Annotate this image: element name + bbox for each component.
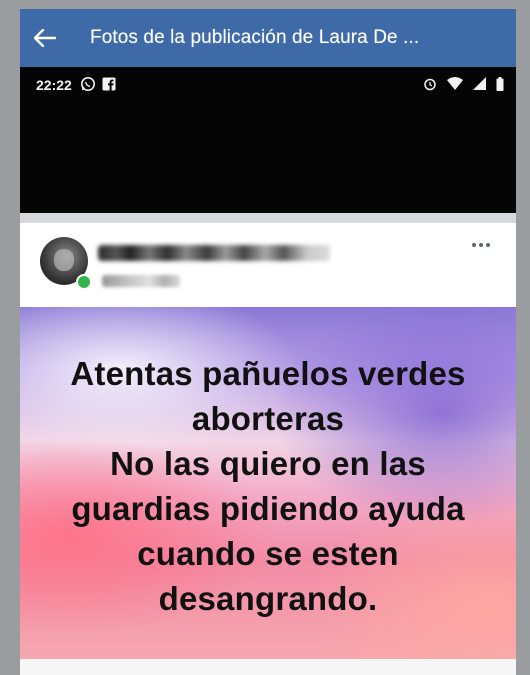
embedded-screenshot: 22:22 <box>20 67 516 213</box>
post-text-line: No las quiero en las <box>110 445 426 482</box>
battery-icon <box>496 76 504 94</box>
post-text-line: guardias pidiendo ayuda <box>71 490 465 527</box>
post-text-line: Atentas pañuelos verdes <box>70 355 466 392</box>
post-meta-blurred <box>102 275 180 287</box>
more-options-icon[interactable] <box>472 243 490 247</box>
author-name-blurred[interactable] <box>98 245 330 261</box>
separator <box>20 213 516 223</box>
screenshot-frame: Fotos de la publicación de Laura De ... … <box>20 9 516 675</box>
post-image-text: Atentas pañuelos verdes aborteras No las… <box>70 351 465 621</box>
online-status-dot <box>76 274 92 290</box>
post-footer <box>20 659 516 675</box>
status-bar: 22:22 <box>20 67 516 103</box>
app-header: Fotos de la publicación de Laura De ... <box>20 9 516 67</box>
status-time: 22:22 <box>36 77 72 93</box>
whatsapp-icon <box>80 76 96 95</box>
post-text-line: aborteras <box>191 400 345 437</box>
post-card: Atentas pañuelos verdes aborteras No las… <box>20 223 516 675</box>
wifi-icon <box>447 77 463 93</box>
post-text-line: desangrando. <box>158 580 378 617</box>
header-title: Fotos de la publicación de Laura De ... <box>90 27 420 48</box>
back-arrow-icon[interactable] <box>20 9 70 67</box>
post-text-line: cuando se esten <box>137 535 399 572</box>
alarm-icon <box>423 77 437 94</box>
facebook-icon <box>102 77 116 94</box>
post-image[interactable]: Atentas pañuelos verdes aborteras No las… <box>20 307 516 659</box>
signal-icon <box>473 77 486 93</box>
post-header <box>20 223 516 307</box>
